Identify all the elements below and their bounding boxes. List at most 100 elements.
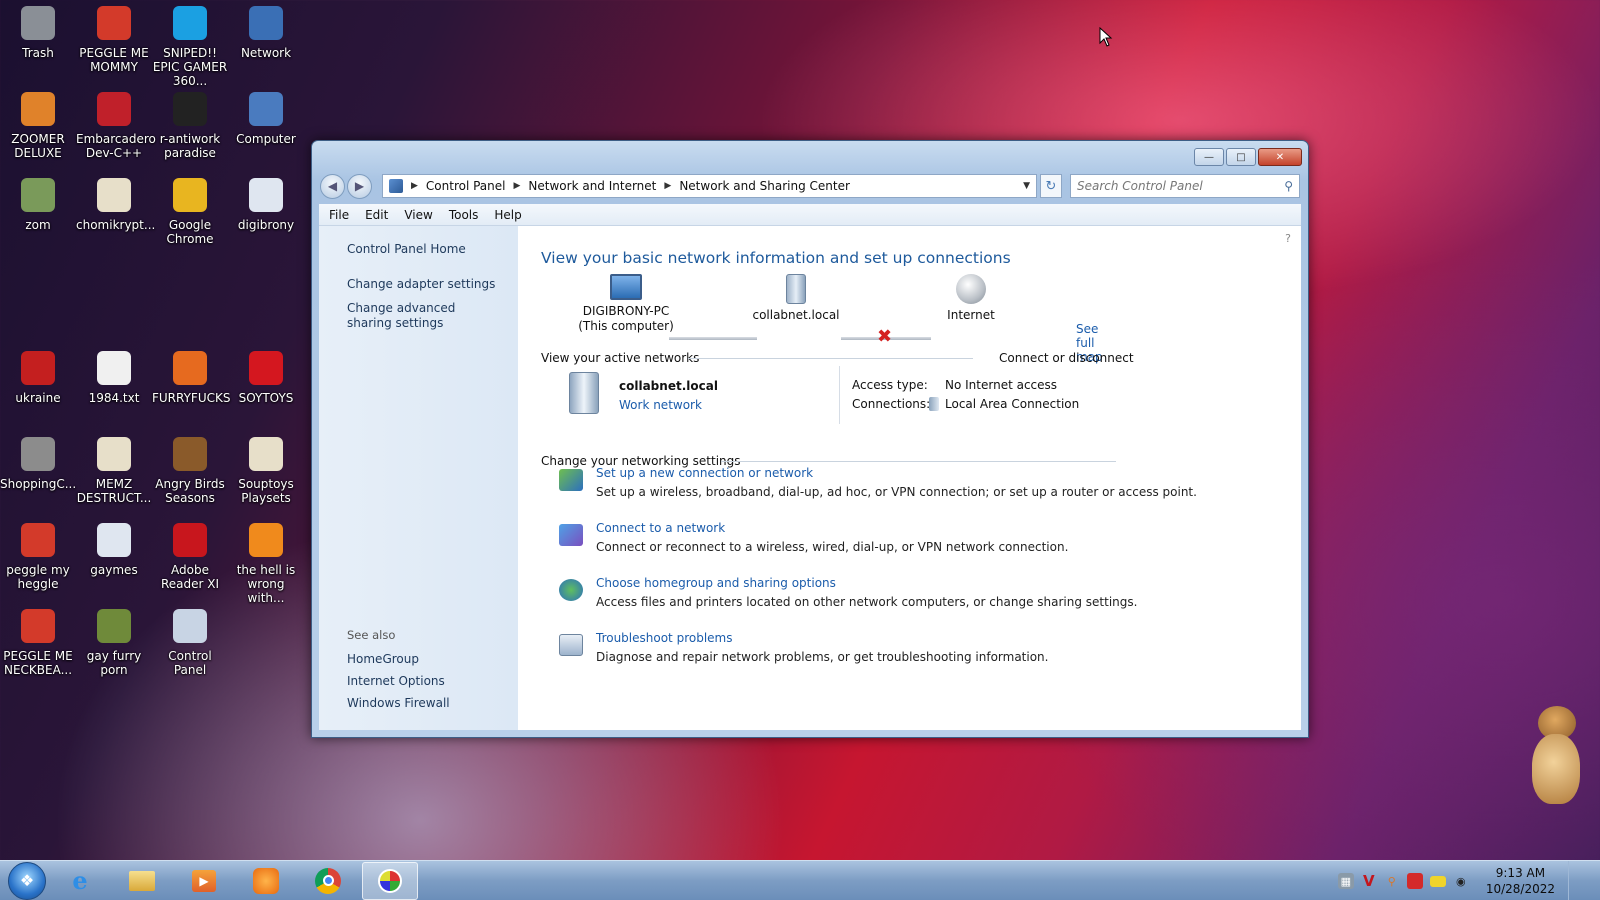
desktop-icon[interactable]: Souptoys Playsets	[228, 431, 304, 505]
desktop-icon[interactable]: Embarcadero Dev-C++	[76, 86, 156, 160]
folder-icon	[249, 178, 283, 212]
control-panel-home-link[interactable]: Control Panel Home	[347, 242, 518, 257]
desktop-icon-label: Google Chrome	[166, 218, 214, 246]
desktop-icon[interactable]: Google Chrome	[152, 172, 228, 246]
desktop-icon-label: zom	[25, 218, 51, 232]
desktop-icon[interactable]: SNIPED!! EPIC GAMER 360...	[152, 0, 228, 88]
close-button[interactable]: ✕	[1258, 148, 1302, 166]
back-button[interactable]: ◀	[320, 173, 345, 199]
desktop-icon[interactable]: the hell is wrong with...	[228, 517, 304, 605]
menu-help[interactable]: Help	[494, 208, 521, 222]
no-connection-x-icon: ✖	[877, 326, 893, 347]
soytoys-icon	[249, 351, 283, 385]
tray-search-icon[interactable]: ⚲	[1384, 873, 1400, 889]
homegroup-sharing-link[interactable]: Choose homegroup and sharing options	[596, 576, 836, 590]
maximize-button[interactable]: □	[1226, 148, 1256, 166]
taskbar: ❖ e ▶ ▦ V ⚲ ◉ 9:13 AM 10/28/2022	[0, 860, 1600, 900]
desktop-icon[interactable]: PEGGLE ME NECKBEA...	[0, 603, 76, 677]
breadcrumb-control-panel[interactable]: Control Panel	[426, 179, 506, 193]
system-tray: ▦ V ⚲ ◉ 9:13 AM 10/28/2022	[1337, 861, 1580, 900]
document-icon	[249, 437, 283, 471]
search-input[interactable]: Search Control Panel ⚲	[1070, 174, 1300, 198]
local-area-connection-link[interactable]: Local Area Connection	[945, 397, 1079, 411]
desktop-icon[interactable]: chomikrypt...	[76, 172, 155, 232]
breadcrumb-network-sharing-center[interactable]: Network and Sharing Center	[679, 179, 850, 193]
menu-tools[interactable]: Tools	[449, 208, 479, 222]
change-advanced-sharing-link[interactable]: Change advanced sharing settings	[347, 301, 497, 331]
taskbar-explorer[interactable]	[114, 862, 170, 900]
clock-time: 9:13 AM	[1495, 866, 1546, 880]
tray-power-icon[interactable]	[1429, 875, 1446, 887]
system-clock[interactable]: 9:13 AM 10/28/2022	[1486, 865, 1555, 897]
taskbar-chrome[interactable]	[300, 862, 356, 900]
change-adapter-settings-link[interactable]: Change adapter settings	[347, 277, 518, 292]
desktop-icon[interactable]: ShoppingC...	[0, 431, 76, 491]
desktop-icon[interactable]: MEMZ DESTRUCT...	[76, 431, 152, 505]
setup-new-connection-link[interactable]: Set up a new connection or network	[596, 466, 813, 480]
desktop-icon[interactable]: ZOOMER DELUXE	[0, 86, 76, 160]
address-dropdown-icon[interactable]: ▼	[1023, 181, 1030, 191]
desktop-icon[interactable]: r-antiwork paradise	[152, 86, 228, 160]
desktop-icon[interactable]: Computer	[228, 86, 304, 146]
show-desktop-button[interactable]	[1568, 861, 1580, 900]
taskbar-control-panel[interactable]	[362, 861, 418, 900]
map-node-computer[interactable]: DIGIBRONY-PC (This computer)	[571, 274, 681, 334]
desktop-icon[interactable]: 1984.txt	[76, 345, 152, 405]
desktop-icon[interactable]: digibrony	[228, 172, 304, 232]
desktop-icon[interactable]: SOYTOYS	[228, 345, 304, 405]
connect-network-icon	[559, 524, 583, 546]
internet-options-link[interactable]: Internet Options	[347, 674, 450, 688]
desktop-icon[interactable]: Network	[228, 0, 304, 60]
desktop-icon[interactable]: zom	[0, 172, 76, 232]
map-node-internet[interactable]: Internet	[916, 274, 1026, 323]
refresh-button[interactable]: ↻	[1040, 174, 1062, 198]
forward-button[interactable]: ▶	[347, 173, 372, 199]
connect-to-network-link[interactable]: Connect to a network	[596, 521, 725, 535]
refresh-icon: ↻	[1045, 178, 1057, 194]
computer-name: DIGIBRONY-PC	[582, 304, 670, 318]
task-description: Set up a wireless, broadband, dial-up, a…	[596, 485, 1197, 499]
breadcrumb-network-and-internet[interactable]: Network and Internet	[528, 179, 656, 193]
desktop-icon[interactable]: Adobe Reader XI	[152, 517, 228, 591]
start-button[interactable]: ❖	[8, 861, 46, 900]
desktop-icon[interactable]: peggle my heggle	[0, 517, 76, 591]
taskbar-internet-explorer[interactable]: e	[52, 862, 108, 900]
tray-flag-icon[interactable]	[1406, 873, 1423, 889]
troubleshoot-problems-link[interactable]: Troubleshoot problems	[596, 631, 732, 645]
desktop-icon[interactable]: ukraine	[0, 345, 76, 405]
desktop-icon[interactable]: gaymes	[76, 517, 152, 577]
taskbar-uc-browser[interactable]	[238, 862, 294, 900]
active-network-panel: collabnet.local Work network Access type…	[541, 366, 1116, 436]
internet-node-name: Internet	[947, 308, 995, 322]
menu-edit[interactable]: Edit	[365, 208, 388, 222]
windows-firewall-link[interactable]: Windows Firewall	[347, 696, 450, 710]
desktop-icon[interactable]: Control Panel	[152, 603, 228, 677]
menu-view[interactable]: View	[404, 208, 432, 222]
desktop-icon[interactable]: PEGGLE ME MOMMY	[76, 0, 152, 74]
desktop-icon[interactable]: gay furry porn	[76, 603, 152, 677]
connect-or-disconnect-link[interactable]: Connect or disconnect	[999, 351, 1134, 365]
homegroup-link[interactable]: HomeGroup	[347, 652, 450, 666]
minimize-button[interactable]: —	[1194, 148, 1224, 166]
taskbar-media-player[interactable]: ▶	[176, 862, 232, 900]
desktop-pet-icon[interactable]	[1530, 706, 1582, 806]
computer-subtitle: (This computer)	[578, 319, 674, 333]
document-icon	[97, 437, 131, 471]
desktop-icon[interactable]: FURRYFUCKS	[152, 345, 230, 405]
network-type-link[interactable]: Work network	[619, 398, 702, 412]
tray-volume-icon[interactable]: ◉	[1453, 873, 1469, 889]
desktop-icon[interactable]: Angry Birds Seasons	[152, 431, 228, 505]
menu-file[interactable]: File	[329, 208, 349, 222]
desktop-icon-label: digibrony	[237, 218, 295, 232]
tray-network-icon[interactable]: ▦	[1337, 873, 1354, 889]
map-node-network[interactable]: collabnet.local	[741, 274, 851, 323]
search-icon[interactable]: ⚲	[1284, 179, 1293, 193]
peggle-icon	[97, 6, 131, 40]
help-icon[interactable]: ?	[1285, 232, 1291, 245]
reddit-icon	[173, 92, 207, 126]
desktop-icon[interactable]: Trash	[0, 0, 76, 60]
tray-v-icon[interactable]: V	[1361, 872, 1377, 890]
address-bar[interactable]: ▶ Control Panel ▶ Network and Internet ▶…	[382, 174, 1037, 198]
skype-icon	[173, 6, 207, 40]
desktop-icon-label: SOYTOYS	[238, 391, 294, 405]
